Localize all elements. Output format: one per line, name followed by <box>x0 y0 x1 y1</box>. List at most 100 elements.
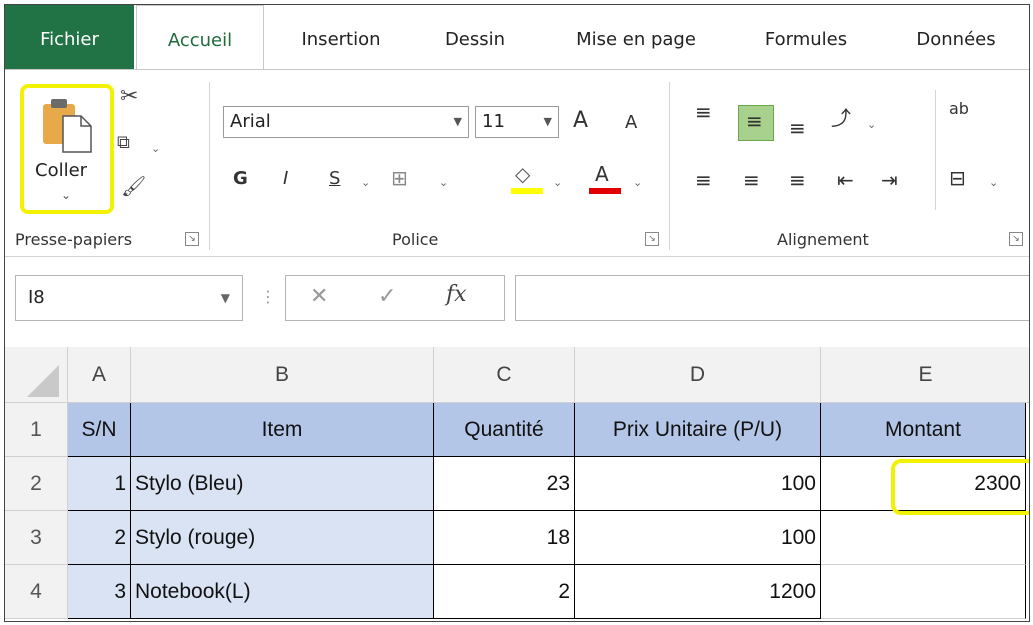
decrease-indent-icon[interactable]: ⇤ <box>837 168 854 192</box>
cell-c3[interactable]: 18 <box>434 511 575 565</box>
group-label-clipboard: Presse-papiers <box>15 230 133 249</box>
cell-a3[interactable]: 2 <box>68 511 131 565</box>
cell-d1[interactable]: Prix Unitaire (P/U) <box>575 403 821 457</box>
cell-a2[interactable]: 1 <box>68 457 131 511</box>
chevron-down-icon: ▼ <box>543 115 552 128</box>
enter-icon[interactable]: ✓ <box>378 284 396 309</box>
font-color-button[interactable]: A <box>589 162 621 196</box>
chevron-down-icon[interactable]: ⌄ <box>867 118 876 131</box>
fill-color-button[interactable]: ◇ <box>511 162 543 196</box>
ribbon-tab-bar: Fichier Accueil Insertion Dessin Mise en… <box>5 5 1029 71</box>
tab-draw[interactable]: Dessin <box>425 5 525 69</box>
cancel-icon[interactable]: ✕ <box>310 284 328 309</box>
column-header-c[interactable]: C <box>434 347 575 403</box>
merge-cells-icon[interactable]: ⊟ <box>949 166 966 190</box>
tab-data[interactable]: Données <box>891 5 1021 69</box>
cell-d3[interactable]: 100 <box>575 511 821 565</box>
cell-b2[interactable]: Stylo (Bleu) <box>131 457 434 511</box>
paste-label: Coller <box>35 160 88 181</box>
font-size-dropdown[interactable]: 11 ▼ <box>475 106 559 138</box>
row-header-2[interactable]: 2 <box>5 457 68 511</box>
group-divider <box>209 82 210 250</box>
chevron-down-icon: ⌄ <box>61 188 72 202</box>
italic-button[interactable]: I <box>283 168 288 189</box>
chevron-down-icon[interactable]: ⌄ <box>439 176 448 189</box>
align-middle-button[interactable]: ≡ <box>738 105 774 141</box>
bold-button[interactable]: G <box>233 168 248 189</box>
increase-indent-icon[interactable]: ⇥ <box>881 168 898 192</box>
montant-highlight <box>891 459 1029 515</box>
cell-a1[interactable]: S/N <box>68 403 131 457</box>
cell-b4[interactable]: Notebook(L) <box>131 565 434 619</box>
dialog-launcher-icon[interactable]: ↘ <box>645 232 659 246</box>
font-color-swatch <box>589 188 621 194</box>
cell-e1[interactable]: Montant <box>821 403 1026 457</box>
formula-bar: I8 ▼ ⋮ ✕ ✓ fx <box>5 257 1029 347</box>
align-right-icon[interactable]: ≡ <box>789 168 806 192</box>
paste-button[interactable]: Coller ⌄ <box>27 90 109 210</box>
chevron-down-icon[interactable]: ⌄ <box>633 176 642 189</box>
column-header-b[interactable]: B <box>131 347 434 403</box>
align-center-icon[interactable]: ≡ <box>743 168 760 192</box>
row-header-3[interactable]: 3 <box>5 511 68 565</box>
chevron-down-icon[interactable]: ⌄ <box>989 176 998 189</box>
font-size-value: 11 <box>482 111 505 132</box>
dialog-launcher-icon[interactable]: ↘ <box>1009 232 1023 246</box>
group-divider <box>935 90 936 210</box>
format-painter-icon[interactable]: 🖌 <box>121 174 146 198</box>
tab-home[interactable]: Accueil <box>136 5 264 71</box>
shrink-font-button[interactable]: A <box>625 112 637 133</box>
align-bottom-icon[interactable]: ≡ <box>789 116 806 140</box>
row-header-1[interactable]: 1 <box>5 403 68 457</box>
spreadsheet-grid: A B C D E 1 2 3 4 S/N Item Quantité Prix… <box>5 347 1029 621</box>
chevron-down-icon: ▼ <box>220 291 230 305</box>
cell-d4[interactable]: 1200 <box>575 565 821 619</box>
excel-window: Fichier Accueil Insertion Dessin Mise en… <box>4 4 1030 622</box>
group-divider <box>669 82 670 250</box>
cell-e3[interactable] <box>821 511 1026 565</box>
insert-function-button[interactable]: fx <box>446 282 467 307</box>
align-middle-icon: ≡ <box>746 109 763 133</box>
copy-icon[interactable]: ⧉ <box>117 132 130 153</box>
ribbon: Coller ⌄ ✂ ⧉ ⌄ 🖌 Presse-papiers ↘ Arial … <box>5 69 1029 257</box>
column-header-d[interactable]: D <box>575 347 821 403</box>
paint-bucket-icon: ◇ <box>515 162 531 186</box>
cell-c1[interactable]: Quantité <box>434 403 575 457</box>
borders-icon[interactable]: ⊞ <box>391 166 408 190</box>
cell-c2[interactable]: 23 <box>434 457 575 511</box>
row-header-4[interactable]: 4 <box>5 565 68 619</box>
align-left-icon[interactable]: ≡ <box>695 168 712 192</box>
cell-a4[interactable]: 3 <box>68 565 131 619</box>
dialog-launcher-icon[interactable]: ↘ <box>185 232 199 246</box>
wrap-text-button[interactable]: ab <box>949 101 969 117</box>
chevron-down-icon[interactable]: ⌄ <box>361 176 370 189</box>
name-box[interactable]: I8 ▼ <box>15 275 243 321</box>
column-header-e[interactable]: E <box>821 347 1029 403</box>
formula-buttons: ✕ ✓ fx <box>285 275 505 321</box>
grow-font-button[interactable]: A <box>573 108 588 133</box>
cell-c4[interactable]: 2 <box>434 565 575 619</box>
tab-file[interactable]: Fichier <box>5 5 134 69</box>
chevron-down-icon[interactable]: ⌄ <box>151 142 160 155</box>
drag-handle-icon[interactable]: ⋮ <box>260 287 276 306</box>
align-top-icon[interactable]: ≡ <box>695 100 712 124</box>
cell-b3[interactable]: Stylo (rouge) <box>131 511 434 565</box>
cut-icon[interactable]: ✂ <box>120 84 138 109</box>
cell-b1[interactable]: Item <box>131 403 434 457</box>
cell-d2[interactable]: 100 <box>575 457 821 511</box>
tab-page-layout[interactable]: Mise en page <box>551 5 721 69</box>
tab-insert[interactable]: Insertion <box>281 5 401 69</box>
name-box-value: I8 <box>28 287 45 308</box>
chevron-down-icon: ▼ <box>453 115 462 128</box>
column-header-a[interactable]: A <box>68 347 131 403</box>
font-name-dropdown[interactable]: Arial ▼ <box>223 106 469 138</box>
cell-e4[interactable] <box>821 565 1026 619</box>
formula-input[interactable] <box>515 275 1029 321</box>
underline-button[interactable]: S <box>329 168 340 189</box>
orientation-icon[interactable]: ⤴ <box>831 102 851 131</box>
tab-formulas[interactable]: Formules <box>741 5 871 69</box>
select-all-button[interactable] <box>5 347 68 403</box>
fill-color-swatch <box>511 188 543 194</box>
chevron-down-icon[interactable]: ⌄ <box>553 176 562 189</box>
group-label-alignment: Alignement <box>777 230 869 249</box>
